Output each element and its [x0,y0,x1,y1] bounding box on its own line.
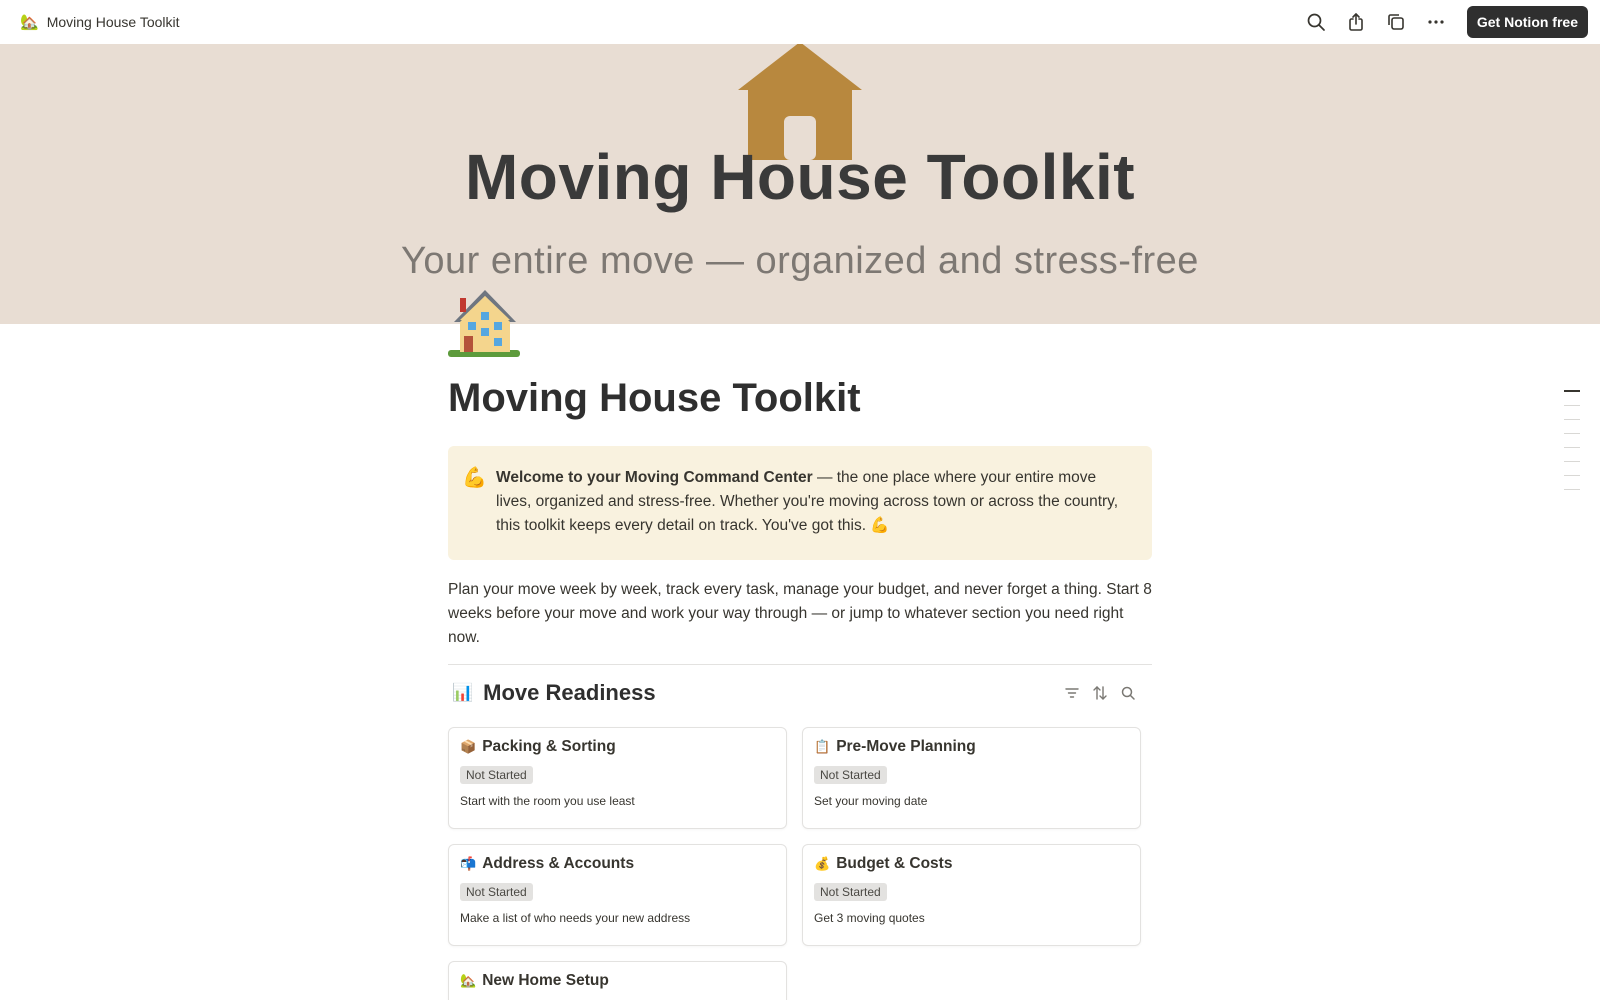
toc-line[interactable] [1564,461,1580,462]
card-title: 📬 Address & Accounts [460,855,775,873]
top-actions: Get Notion free [1301,6,1588,38]
flexed-biceps-icon: 💪 [462,467,487,489]
share-icon[interactable] [1341,7,1371,37]
page-title[interactable]: Moving House Toolkit [448,372,1152,424]
database-tools [1062,683,1138,703]
toc-line[interactable] [1564,475,1580,476]
card-description: Make a list of who needs your new addres… [460,911,691,925]
breadcrumb-page-name: Moving House Toolkit [46,14,180,30]
toc-line[interactable] [1564,405,1580,406]
toc-line[interactable] [1564,489,1580,490]
status-badge: Not Started [814,766,887,784]
database-header: 📊 Move Readiness [448,677,1152,709]
card-title: 💰 Budget & Costs [814,855,1129,873]
card-description: Start with the room you use least [460,794,635,808]
bar-chart-icon: 📊 [452,683,474,702]
card-budget-costs[interactable]: 💰 Budget & Costs Not Started Get 3 moving… [802,844,1141,946]
callout-bold-text: Welcome to your Moving Command Center [496,469,813,486]
toc-line[interactable] [1564,419,1580,420]
callout-text[interactable]: Welcome to your Moving Command Center — … [496,466,1132,538]
card-title: 📦 Packing & Sorting [460,738,775,756]
card-address-accounts[interactable]: 📬 Address & Accounts Not Started Make a l… [448,844,787,946]
search-icon[interactable] [1301,7,1331,37]
toc-line[interactable] [1564,447,1580,448]
card-description: Get 3 moving quotes [814,911,925,925]
card-pre-move-planning[interactable]: 📋 Pre-Move Planning Not Started Set your … [802,727,1141,829]
mailbox-icon: 📬 [460,856,477,871]
money-bag-icon: 💰 [814,856,831,871]
get-notion-free-button[interactable]: Get Notion free [1466,6,1588,38]
status-badge: Not Started [460,766,533,784]
database-title[interactable]: 📊 Move Readiness [448,680,656,706]
card-title-label: Packing & Sorting [482,738,616,755]
card-title-label: Budget & Costs [836,855,953,872]
more-icon[interactable] [1421,7,1451,37]
duplicate-icon[interactable] [1381,7,1411,37]
gallery-cards: 📦 Packing & Sorting Not Started Start wit… [448,727,1152,1000]
top-bar: 🏡 Moving House Toolkit Get Notion free [0,0,1600,44]
breadcrumb[interactable]: 🏡 Moving House Toolkit [18,9,182,35]
package-icon: 📦 [460,739,477,754]
clipboard-icon: 📋 [814,739,831,754]
welcome-callout: 💪 Welcome to your Moving Command Center … [448,446,1152,560]
card-title-label: New Home Setup [482,972,609,989]
page-content: Moving House Toolkit 💪 Welcome to your M… [448,372,1152,1000]
cover-title: Moving House Toolkit [464,141,1136,213]
sort-icon[interactable] [1090,683,1110,703]
database-title-label: Move Readiness [483,680,656,705]
cover-subtitle: Your entire move — organized and stress-… [401,240,1199,282]
cover-image: Moving House Toolkit Your entire move — … [0,44,1600,324]
page-house-icon[interactable] [448,284,526,362]
card-title: 🏡 New Home Setup [460,972,775,990]
filter-icon[interactable] [1062,683,1082,703]
toc-line[interactable] [1564,390,1580,392]
table-of-contents-rail[interactable] [1564,390,1580,503]
card-title-label: Address & Accounts [482,855,635,872]
card-title-label: Pre-Move Planning [836,738,976,755]
divider [448,664,1152,665]
intro-paragraph[interactable]: Plan your move week by week, track every… [448,578,1152,650]
card-title: 📋 Pre-Move Planning [814,738,1129,756]
card-description: Set your moving date [814,794,928,808]
page-icon-small: 🏡 [20,14,39,31]
toc-line[interactable] [1564,433,1580,434]
house-with-garden-icon: 🏡 [460,973,477,988]
card-packing-sorting[interactable]: 📦 Packing & Sorting Not Started Start wit… [448,727,787,829]
card-new-home-setup[interactable]: 🏡 New Home Setup [448,961,787,1000]
database-search-icon[interactable] [1118,683,1138,703]
status-badge: Not Started [460,883,533,901]
status-badge: Not Started [814,883,887,901]
